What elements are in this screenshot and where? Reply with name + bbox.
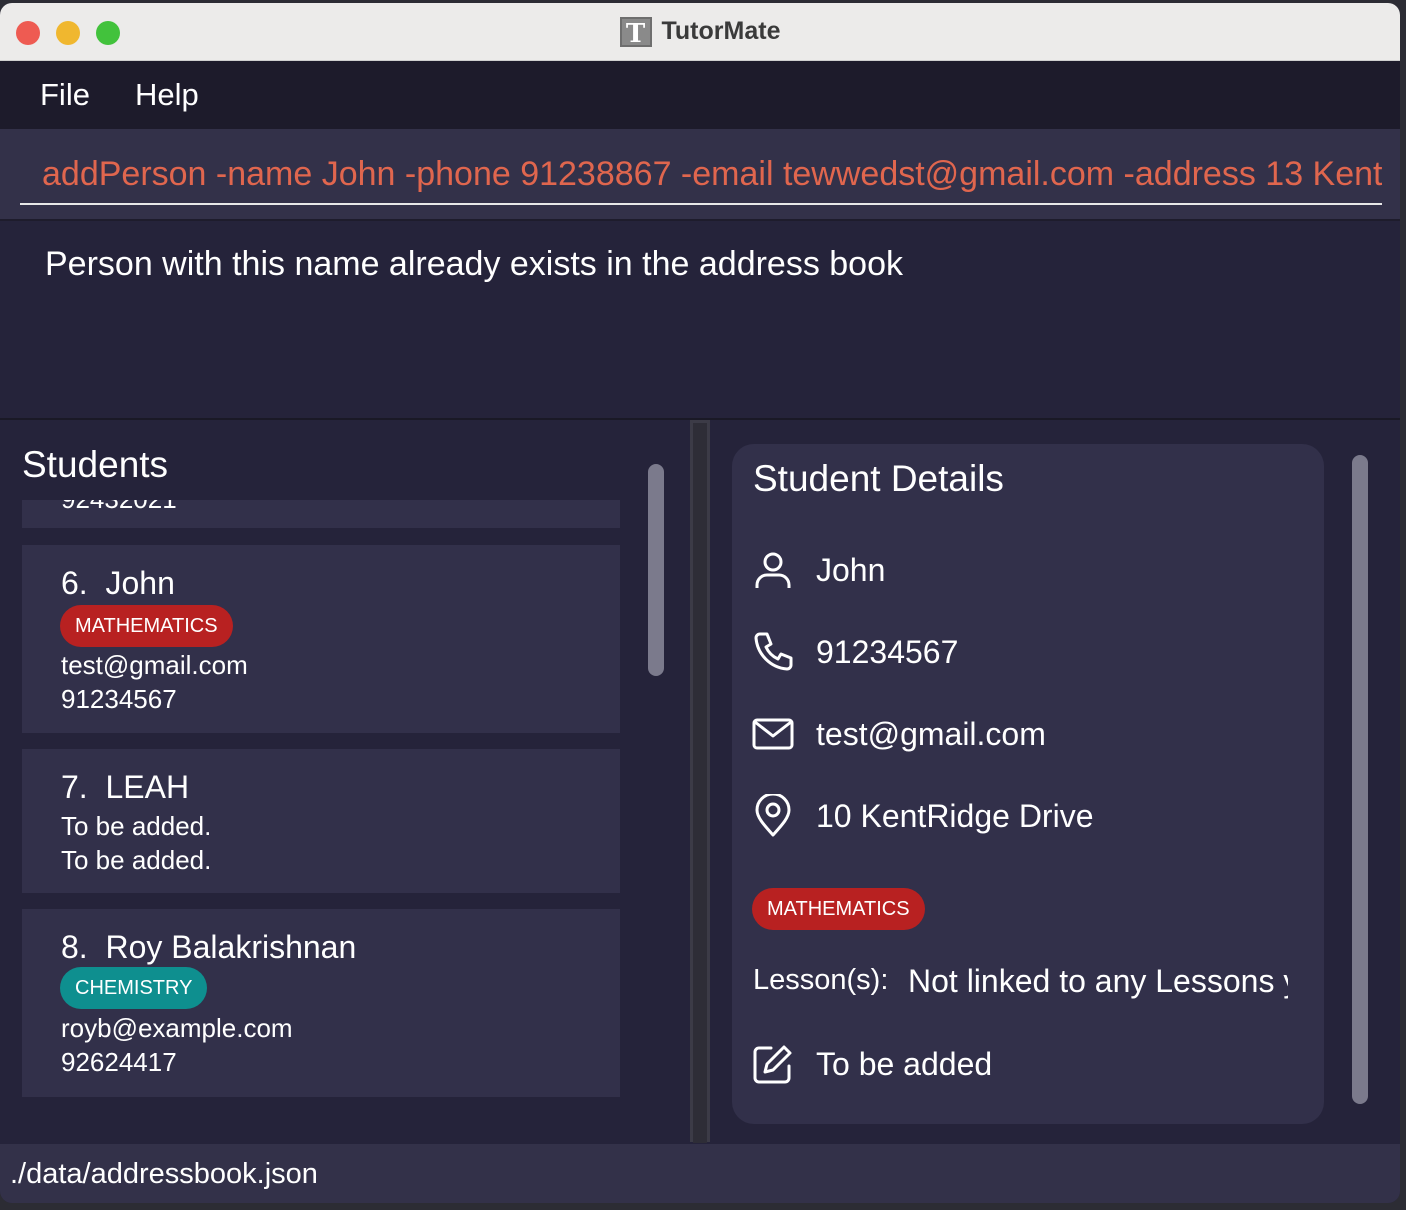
app-icon: T (619, 16, 652, 49)
student-card-partial[interactable]: 92432021 (22, 500, 620, 528)
detail-remark: To be added (816, 1046, 993, 1082)
card-email: To be added. (61, 811, 212, 841)
details-scrollbar[interactable] (1352, 455, 1368, 1104)
student-card[interactable]: 6. John MATHEMATICS test@gmail.com 91234… (22, 545, 620, 733)
student-details-card: Student Details John 91234567 test@gmail… (732, 444, 1324, 1124)
students-panel: Students 92432021 6. John MATHEMATICS te… (0, 420, 690, 1142)
detail-name: John (816, 552, 886, 588)
tag-mathematics: MATHEMATICS (60, 605, 233, 647)
card-title: 7. LEAH (61, 769, 190, 805)
card-phone: 92432021 (61, 500, 177, 515)
window-title-group: T TutorMate (0, 3, 1400, 60)
card-email: test@gmail.com (61, 650, 248, 680)
lessons-value: Not linked to any Lessons yet (908, 963, 1288, 999)
split-pane-divider[interactable] (690, 420, 710, 1143)
location-pin-icon (755, 794, 791, 837)
student-card[interactable]: 8. Roy Balakrishnan CHEMISTRY royb@examp… (22, 909, 620, 1097)
result-message: Person with this name already exists in … (45, 245, 904, 283)
edit-icon (753, 1045, 792, 1084)
detail-address: 10 KentRidge Drive (816, 798, 1094, 834)
detail-tag-mathematics: MATHEMATICS (752, 888, 925, 930)
student-list[interactable]: 92432021 6. John MATHEMATICS test@gmail.… (22, 500, 620, 1142)
menu-bar: File Help (0, 61, 1400, 129)
student-card[interactable]: 7. LEAH To be added. To be added. (22, 749, 620, 893)
title-bar: T TutorMate (0, 3, 1400, 61)
command-box (0, 129, 1400, 219)
details-heading: Student Details (753, 458, 1004, 499)
menu-file[interactable]: File (40, 77, 90, 113)
card-phone: 92624417 (61, 1047, 177, 1077)
menu-help[interactable]: Help (135, 77, 199, 113)
window-title: TutorMate (661, 17, 781, 45)
card-title: 6. John (61, 565, 175, 601)
details-panel: Student Details John 91234567 test@gmail… (710, 420, 1400, 1142)
app-window: T TutorMate File Help Person with this n… (0, 3, 1400, 1203)
card-phone: To be added. (61, 845, 212, 875)
mail-icon (752, 718, 794, 750)
tag-chemistry: CHEMISTRY (60, 967, 208, 1009)
card-email: royb@example.com (61, 1013, 293, 1043)
result-display: Person with this name already exists in … (0, 219, 1400, 420)
status-bar: ./data/addressbook.json (0, 1144, 1400, 1203)
person-icon (755, 552, 791, 588)
card-phone: 91234567 (61, 684, 177, 714)
students-heading: Students (22, 444, 169, 485)
student-list-scrollbar[interactable] (648, 464, 664, 676)
command-input[interactable] (20, 145, 1382, 205)
lessons-label: Lesson(s): (753, 964, 889, 996)
card-title: 8. Roy Balakrishnan (61, 929, 357, 965)
phone-icon (754, 632, 793, 671)
save-file-path: ./data/addressbook.json (10, 1158, 318, 1190)
detail-phone: 91234567 (816, 634, 959, 670)
detail-email: test@gmail.com (816, 716, 1046, 752)
